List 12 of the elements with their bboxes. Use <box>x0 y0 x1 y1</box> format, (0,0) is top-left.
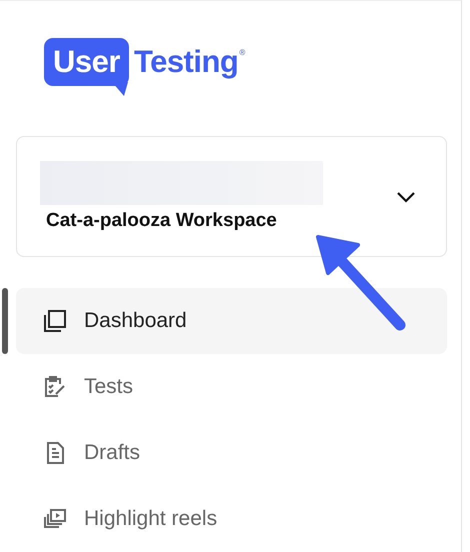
nav-item[interactable]: Tests <box>16 354 447 420</box>
logo-word: Testing <box>134 43 238 81</box>
nav-item[interactable]: Highlight reels <box>16 486 447 552</box>
nav-item[interactable]: Drafts <box>16 420 447 486</box>
workspace-selector[interactable]: Cat-a-palooza Workspace <box>16 136 447 257</box>
workspace-name: Cat-a-palooza Workspace <box>45 210 278 232</box>
checklist-icon <box>43 375 67 399</box>
registered-mark: ® <box>239 47 246 59</box>
dashboard-icon <box>43 309 67 333</box>
active-indicator <box>2 288 8 354</box>
chevron-down-icon <box>396 190 416 202</box>
video-stack-icon <box>43 507 67 531</box>
